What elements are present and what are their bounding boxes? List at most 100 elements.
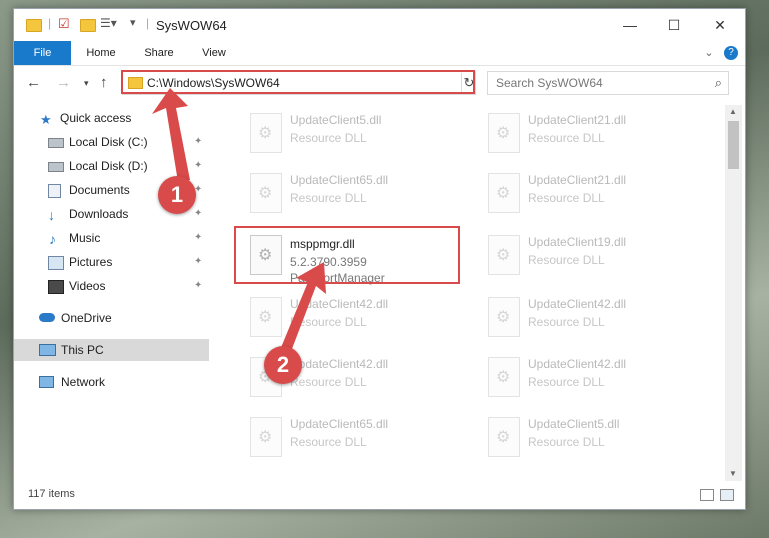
computer-icon	[39, 344, 56, 356]
search-icon[interactable]: ⌕	[715, 75, 722, 91]
file-name: UpdateClient42.dll	[528, 357, 627, 371]
file-name: UpdateClient42.dll	[290, 297, 389, 311]
dll-file-icon	[250, 113, 282, 153]
back-arrow-icon[interactable]: ←	[26, 74, 41, 91]
item-count: 117 items	[28, 488, 75, 500]
list-item[interactable]: UpdateClient5.dll Resource DLL	[242, 107, 468, 165]
properties-icon[interactable]: ☑	[58, 16, 70, 32]
file-name: UpdateClient5.dll	[290, 113, 382, 127]
list-item[interactable]: UpdateClient42.dll Resource DLL	[242, 291, 468, 349]
file-name: UpdateClient65.dll	[290, 417, 389, 431]
scroll-up-icon[interactable]: ▲	[729, 107, 737, 116]
sidebar-item-network[interactable]: Network	[14, 371, 209, 393]
sidebar-item-label: Videos	[69, 279, 106, 293]
file-description: Resource DLL	[528, 253, 605, 267]
file-description: Resource DLL	[528, 131, 605, 145]
file-description: Resource DLL	[290, 131, 367, 145]
pin-icon[interactable]: ✦	[194, 203, 202, 225]
maximize-button[interactable]: ☐	[652, 13, 696, 37]
ribbon-tabs: File Home Share View ⌄ ?	[14, 41, 745, 66]
navigation-bar: ← → ▾ ↑ C:\Windows\SysWOW64 ↻ Search Sys…	[14, 67, 745, 99]
file-list: UpdateClient5.dll Resource DLL UpdateCli…	[220, 105, 725, 481]
sidebar-item-onedrive[interactable]: OneDrive	[14, 307, 209, 329]
cloud-icon	[39, 313, 55, 322]
sidebar-item-label: Downloads	[69, 207, 129, 221]
pin-icon[interactable]: ✦	[194, 227, 202, 249]
file-name: UpdateClient19.dll	[528, 235, 627, 249]
details-view-icon[interactable]	[700, 489, 714, 501]
file-name: UpdateClient5.dll	[528, 417, 620, 431]
sidebar-item-music[interactable]: ♪ Music ✦	[14, 227, 209, 249]
sidebar-item-label: Pictures	[69, 255, 113, 269]
pin-icon[interactable]: ✦	[194, 251, 202, 273]
sidebar-item-label: Documents	[69, 183, 130, 197]
sidebar-item-local-disk-d[interactable]: Local Disk (D:) ✦	[14, 155, 209, 177]
customize-toolbar-icon[interactable]: ☰▾	[100, 16, 117, 32]
refresh-icon[interactable]: ↻	[461, 73, 476, 93]
pin-icon[interactable]: ✦	[194, 131, 202, 153]
close-button[interactable]: ✕	[698, 13, 742, 37]
documents-icon	[48, 184, 61, 198]
vertical-scrollbar[interactable]: ▲ ▼	[725, 105, 742, 481]
star-icon: ★	[40, 112, 52, 127]
file-name: UpdateClient42.dll	[528, 297, 627, 311]
tab-view[interactable]: View	[188, 41, 240, 65]
quick-access-dropdown-icon[interactable]: ▾	[130, 16, 136, 32]
sidebar-item-label: This PC	[61, 343, 104, 357]
sidebar-item-label: Quick access	[60, 111, 132, 125]
pin-icon[interactable]: ✦	[194, 155, 202, 177]
tab-home[interactable]: Home	[74, 41, 128, 65]
dll-file-icon	[250, 297, 282, 337]
recent-locations-icon[interactable]: ▾	[84, 78, 89, 89]
list-item[interactable]: UpdateClient5.dll Resource DLL	[480, 411, 706, 469]
sidebar-item-videos[interactable]: Videos ✦	[14, 275, 209, 297]
file-description: Resource DLL	[290, 435, 367, 449]
tab-share[interactable]: Share	[132, 41, 186, 65]
list-item[interactable]: UpdateClient65.dll Resource DLL	[242, 167, 468, 225]
file-highlight-annotation	[234, 226, 460, 284]
file-description: Resource DLL	[528, 435, 605, 449]
dll-file-icon	[488, 357, 520, 397]
ribbon-expand-icon[interactable]: ⌄	[702, 41, 716, 65]
file-description: Resource DLL	[528, 191, 605, 205]
sidebar-item-local-disk-c[interactable]: Local Disk (C:) ✦	[14, 131, 209, 153]
up-arrow-icon[interactable]: ↑	[100, 74, 108, 91]
list-item[interactable]: UpdateClient42.dll Resource DLL	[480, 351, 706, 409]
file-name: UpdateClient21.dll	[528, 173, 627, 187]
scroll-down-icon[interactable]: ▼	[729, 469, 737, 478]
dll-file-icon	[250, 417, 282, 457]
tab-file[interactable]: File	[14, 41, 71, 65]
list-item[interactable]: UpdateClient65.dll Resource DLL	[242, 411, 468, 469]
sidebar-item-label: Network	[61, 375, 106, 389]
address-bar[interactable]: C:\Windows\SysWOW64 ↻	[122, 71, 476, 95]
file-name: UpdateClient21.dll	[528, 113, 627, 127]
dll-file-icon	[488, 235, 520, 275]
new-folder-icon[interactable]	[80, 19, 96, 32]
search-input[interactable]: Search SysWOW64 ⌕	[487, 71, 729, 95]
list-item[interactable]: UpdateClient19.dll Resource DLL	[480, 229, 706, 287]
sidebar-item-pictures[interactable]: Pictures ✦	[14, 251, 209, 273]
search-placeholder: Search SysWOW64	[496, 76, 603, 90]
pin-icon[interactable]: ✦	[194, 275, 202, 297]
forward-arrow-icon[interactable]: →	[56, 74, 71, 91]
sidebar-item-quick-access[interactable]: ★ Quick access	[14, 107, 209, 129]
list-item[interactable]: UpdateClient21.dll Resource DLL	[480, 107, 706, 165]
separator-icon: |	[146, 16, 150, 30]
window-title: SysWOW64	[156, 18, 227, 33]
title-bar: | ☑ ☰▾ ▾ | SysWOW64 — ☐ ✕	[14, 9, 745, 41]
scroll-thumb[interactable]	[728, 121, 739, 169]
file-name: UpdateClient42.dll	[290, 357, 389, 371]
status-bar: 117 items	[14, 483, 745, 509]
minimize-button[interactable]: —	[608, 13, 652, 37]
sidebar-item-label: Music	[69, 231, 101, 245]
folder-icon	[26, 19, 42, 32]
large-icons-view-icon[interactable]	[720, 489, 734, 501]
address-path[interactable]: C:\Windows\SysWOW64	[147, 76, 280, 90]
list-item[interactable]: UpdateClient42.dll Resource DLL	[480, 291, 706, 349]
pictures-icon	[48, 256, 64, 270]
dll-file-icon	[488, 417, 520, 457]
help-icon[interactable]: ?	[724, 46, 738, 60]
list-item[interactable]: UpdateClient21.dll Resource DLL	[480, 167, 706, 225]
file-description: Resource DLL	[290, 191, 367, 205]
sidebar-item-this-pc[interactable]: This PC	[14, 339, 209, 361]
